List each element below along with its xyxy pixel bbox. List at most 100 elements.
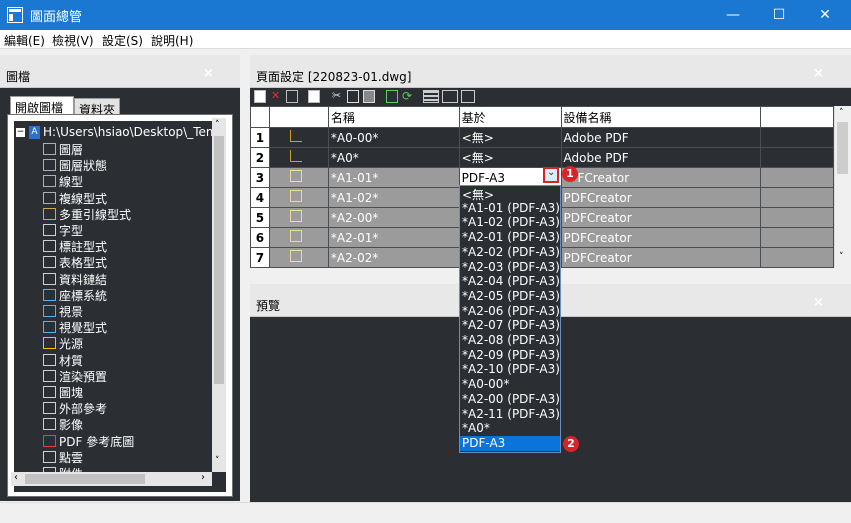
table-row[interactable]: 1 *A0-00* <無> Adobe PDF — [250, 127, 834, 148]
column-header-name[interactable]: 名稱 — [327, 106, 460, 128]
row-name[interactable]: *A2-00* — [327, 207, 460, 228]
row-name[interactable]: *A0-00* — [327, 127, 460, 148]
scroll-down-icon[interactable]: ˅ — [215, 456, 220, 466]
dropdown-option[interactable]: *A2-08 (PDF-A3) * — [462, 333, 560, 348]
drawings-panel-close-button[interactable]: × — [203, 66, 214, 81]
dropdown-option[interactable]: *A1-01 (PDF-A3) * — [462, 201, 560, 216]
scroll-left-icon[interactable]: ‹ — [14, 472, 18, 483]
paste-icon[interactable] — [363, 90, 375, 103]
row-based-on[interactable]: <無> — [458, 147, 562, 168]
dropdown-option[interactable]: *A2-03 (PDF-A3) * — [462, 260, 560, 275]
based-on-dropdown-button[interactable]: ⌄ — [543, 167, 559, 183]
minimize-button[interactable]: — — [710, 0, 756, 30]
menu-settings[interactable]: 設定(S) — [102, 32, 143, 49]
tab-open-drawings[interactable]: 開啟圖檔 — [10, 96, 74, 116]
page-setup-close-button[interactable]: × — [813, 66, 824, 81]
scroll-up-icon[interactable]: ˄ — [839, 108, 844, 118]
cut-icon[interactable]: ✂ — [332, 90, 344, 103]
grid-vertical-scrollbar[interactable]: ˄ ˅ — [834, 106, 850, 268]
refresh-icon[interactable]: ⟳ — [402, 90, 414, 103]
tree-item-icon — [43, 191, 56, 204]
dropdown-option[interactable]: *A0* — [462, 421, 490, 436]
row-device[interactable]: PDFCreator — [560, 227, 762, 248]
row-number[interactable]: 1 — [250, 127, 270, 148]
dropdown-option[interactable]: *A2-06 (PDF-A3) * — [462, 304, 560, 319]
new-page-setup-icon[interactable] — [254, 90, 266, 103]
row-device[interactable]: Adobe PDF — [560, 127, 762, 148]
column-header-device[interactable]: 設備名稱 — [560, 106, 762, 128]
row-name[interactable]: *A0* — [327, 147, 460, 168]
title-bar: 圖面總管 — ☐ ✕ — [0, 0, 851, 30]
delete-icon[interactable]: ✕ — [271, 90, 283, 103]
row-extra — [760, 247, 834, 268]
dropdown-option[interactable]: *A0-00* — [462, 377, 509, 392]
dropdown-option[interactable]: *A2-07 (PDF-A3) * — [462, 318, 560, 333]
column-header-based-on[interactable]: 基於 — [458, 106, 562, 128]
row-device[interactable]: FCreator — [560, 167, 762, 188]
row-device[interactable]: Adobe PDF — [560, 147, 762, 168]
tree-vertical-scrollbar[interactable]: ˄ ˅ — [212, 118, 226, 472]
window-title: 圖面總管 — [30, 10, 83, 25]
drawing-tree-content: − A H:\Users\hsiao\Desktop\_Tem 圖層 圖層狀態 線型… — [14, 121, 226, 492]
dropdown-option[interactable]: *A2-01 (PDF-A3) * — [462, 230, 560, 245]
row-name[interactable]: *A1-02* — [327, 187, 460, 208]
menu-view[interactable]: 檢視(V) — [52, 32, 94, 49]
set-current-icon[interactable] — [386, 90, 398, 103]
dropdown-option[interactable]: <無> — [462, 186, 494, 202]
row-number[interactable]: 2 — [250, 147, 270, 168]
maximize-button[interactable]: ☐ — [756, 0, 802, 30]
row-number[interactable]: 5 — [250, 207, 270, 228]
list-view-icon[interactable] — [442, 90, 458, 103]
menu-edit[interactable]: 編輯(E) — [4, 32, 45, 49]
row-name[interactable]: *A1-01* — [327, 167, 460, 188]
row-device[interactable]: PDFCreator — [560, 207, 762, 228]
dropdown-option[interactable]: *A2-05 (PDF-A3) * — [462, 289, 560, 304]
close-button[interactable]: ✕ — [802, 0, 848, 30]
tree-item-icon — [43, 272, 56, 285]
dropdown-option[interactable]: *A2-10 (PDF-A3) * — [462, 362, 560, 377]
dropdown-option[interactable]: *A1-02 (PDF-A3) * — [462, 215, 560, 230]
dropdown-option[interactable]: *A2-04 (PDF-A3) * — [462, 274, 560, 289]
tree-item-icon — [43, 353, 56, 366]
dropdown-option[interactable]: PDF-A3 — [460, 435, 560, 451]
tree-item-icon — [43, 369, 56, 382]
menu-help[interactable]: 說明(H) — [151, 32, 193, 49]
scroll-up-icon[interactable]: ˄ — [215, 120, 220, 130]
row-name[interactable]: *A2-02* — [327, 247, 460, 268]
row-based-on[interactable]: <無> — [458, 127, 562, 148]
drawing-file-icon: A — [29, 126, 40, 139]
row-number[interactable]: 7 — [250, 247, 270, 268]
preview-close-button[interactable]: × — [813, 295, 824, 310]
dropdown-option[interactable]: *A2-09 (PDF-A3) * — [462, 348, 560, 363]
grid-view-icon[interactable] — [423, 90, 439, 103]
row-extra — [760, 207, 834, 228]
tree-item-icon — [43, 207, 56, 220]
row-name[interactable]: *A2-01* — [327, 227, 460, 248]
chevron-down-icon: ⌄ — [547, 167, 556, 178]
based-on-dropdown-list[interactable]: <無> *A1-01 (PDF-A3) * *A1-02 (PDF-A3) * *A2… — [459, 185, 561, 453]
detail-view-icon[interactable] — [461, 90, 475, 103]
row-extra — [760, 127, 834, 148]
dropdown-option[interactable]: *A2-00 (PDF-A3) * — [462, 392, 560, 407]
rename-icon[interactable] — [286, 90, 298, 103]
tree-vscroll-thumb[interactable] — [214, 136, 224, 384]
row-device[interactable]: PDFCreator — [560, 187, 762, 208]
tree-hscroll-thumb[interactable] — [25, 474, 145, 484]
tree-item-label: 字型 — [59, 224, 84, 238]
row-number[interactable]: 4 — [250, 187, 270, 208]
scroll-right-icon[interactable]: › — [201, 472, 205, 483]
row-number[interactable]: 6 — [250, 227, 270, 248]
dropdown-option[interactable]: *A2-02 (PDF-A3) * — [462, 245, 560, 260]
collapse-icon[interactable]: − — [16, 128, 25, 137]
table-row[interactable]: 2 *A0* <無> Adobe PDF — [250, 147, 834, 168]
dropdown-option[interactable]: *A2-11 (PDF-A3) * — [462, 407, 560, 422]
tree-item-icon — [43, 256, 56, 269]
row-device[interactable]: PDFCreator — [560, 247, 762, 268]
copy-icon[interactable] — [347, 90, 359, 103]
grid-vscroll-thumb[interactable] — [837, 122, 848, 174]
tree-horizontal-scrollbar[interactable]: ‹ › — [11, 472, 212, 486]
scroll-down-icon[interactable]: ˅ — [839, 252, 844, 262]
import-icon[interactable] — [308, 90, 320, 103]
row-number[interactable]: 3 — [250, 167, 270, 188]
tree-item-icon — [43, 418, 56, 431]
